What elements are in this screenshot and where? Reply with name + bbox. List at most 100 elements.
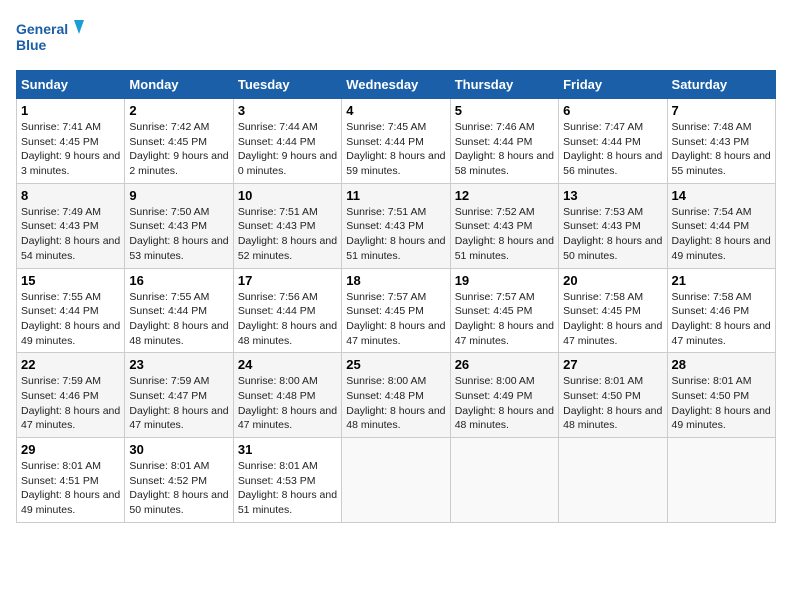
page-header: General Blue (16, 16, 776, 58)
day-number: 21 (672, 273, 771, 288)
day-info: Sunrise: 8:00 AMSunset: 4:48 PMDaylight:… (346, 375, 445, 431)
calendar-cell: 31 Sunrise: 8:01 AMSunset: 4:53 PMDaylig… (233, 438, 341, 523)
day-number: 24 (238, 357, 337, 372)
calendar-cell: 26 Sunrise: 8:00 AMSunset: 4:49 PMDaylig… (450, 353, 558, 438)
day-info: Sunrise: 7:51 AMSunset: 4:43 PMDaylight:… (346, 206, 445, 262)
day-number: 7 (672, 103, 771, 118)
day-info: Sunrise: 7:51 AMSunset: 4:43 PMDaylight:… (238, 206, 337, 262)
day-info: Sunrise: 7:59 AMSunset: 4:46 PMDaylight:… (21, 375, 120, 431)
day-info: Sunrise: 8:01 AMSunset: 4:51 PMDaylight:… (21, 460, 120, 516)
day-number: 31 (238, 442, 337, 457)
day-number: 2 (129, 103, 228, 118)
calendar-cell (667, 438, 775, 523)
calendar-week-4: 22 Sunrise: 7:59 AMSunset: 4:46 PMDaylig… (17, 353, 776, 438)
calendar-cell: 23 Sunrise: 7:59 AMSunset: 4:47 PMDaylig… (125, 353, 233, 438)
day-info: Sunrise: 7:57 AMSunset: 4:45 PMDaylight:… (346, 291, 445, 347)
calendar-cell: 7 Sunrise: 7:48 AMSunset: 4:43 PMDayligh… (667, 99, 775, 184)
calendar-cell: 3 Sunrise: 7:44 AMSunset: 4:44 PMDayligh… (233, 99, 341, 184)
day-number: 28 (672, 357, 771, 372)
calendar-cell: 22 Sunrise: 7:59 AMSunset: 4:46 PMDaylig… (17, 353, 125, 438)
calendar-cell: 8 Sunrise: 7:49 AMSunset: 4:43 PMDayligh… (17, 183, 125, 268)
day-number: 25 (346, 357, 445, 372)
calendar-cell: 27 Sunrise: 8:01 AMSunset: 4:50 PMDaylig… (559, 353, 667, 438)
calendar-cell: 13 Sunrise: 7:53 AMSunset: 4:43 PMDaylig… (559, 183, 667, 268)
day-info: Sunrise: 8:01 AMSunset: 4:50 PMDaylight:… (563, 375, 662, 431)
calendar-cell: 9 Sunrise: 7:50 AMSunset: 4:43 PMDayligh… (125, 183, 233, 268)
weekday-header-friday: Friday (559, 71, 667, 99)
day-info: Sunrise: 7:45 AMSunset: 4:44 PMDaylight:… (346, 121, 445, 177)
calendar-cell: 16 Sunrise: 7:55 AMSunset: 4:44 PMDaylig… (125, 268, 233, 353)
weekday-header-saturday: Saturday (667, 71, 775, 99)
day-number: 14 (672, 188, 771, 203)
day-number: 27 (563, 357, 662, 372)
calendar-week-5: 29 Sunrise: 8:01 AMSunset: 4:51 PMDaylig… (17, 438, 776, 523)
day-number: 6 (563, 103, 662, 118)
day-info: Sunrise: 7:44 AMSunset: 4:44 PMDaylight:… (238, 121, 337, 177)
calendar-cell: 20 Sunrise: 7:58 AMSunset: 4:45 PMDaylig… (559, 268, 667, 353)
weekday-header-tuesday: Tuesday (233, 71, 341, 99)
calendar-cell: 19 Sunrise: 7:57 AMSunset: 4:45 PMDaylig… (450, 268, 558, 353)
day-info: Sunrise: 7:48 AMSunset: 4:43 PMDaylight:… (672, 121, 771, 177)
calendar-week-1: 1 Sunrise: 7:41 AMSunset: 4:45 PMDayligh… (17, 99, 776, 184)
calendar-cell: 1 Sunrise: 7:41 AMSunset: 4:45 PMDayligh… (17, 99, 125, 184)
calendar-cell: 28 Sunrise: 8:01 AMSunset: 4:50 PMDaylig… (667, 353, 775, 438)
calendar-cell: 5 Sunrise: 7:46 AMSunset: 4:44 PMDayligh… (450, 99, 558, 184)
day-number: 30 (129, 442, 228, 457)
day-number: 10 (238, 188, 337, 203)
weekday-header-monday: Monday (125, 71, 233, 99)
calendar-cell: 25 Sunrise: 8:00 AMSunset: 4:48 PMDaylig… (342, 353, 450, 438)
logo-svg: General Blue (16, 16, 86, 58)
day-info: Sunrise: 8:01 AMSunset: 4:50 PMDaylight:… (672, 375, 771, 431)
calendar-cell: 30 Sunrise: 8:01 AMSunset: 4:52 PMDaylig… (125, 438, 233, 523)
day-number: 26 (455, 357, 554, 372)
calendar-week-2: 8 Sunrise: 7:49 AMSunset: 4:43 PMDayligh… (17, 183, 776, 268)
day-number: 17 (238, 273, 337, 288)
svg-text:Blue: Blue (16, 37, 47, 53)
day-info: Sunrise: 8:00 AMSunset: 4:48 PMDaylight:… (238, 375, 337, 431)
calendar-cell: 11 Sunrise: 7:51 AMSunset: 4:43 PMDaylig… (342, 183, 450, 268)
calendar-cell: 18 Sunrise: 7:57 AMSunset: 4:45 PMDaylig… (342, 268, 450, 353)
calendar-cell: 24 Sunrise: 8:00 AMSunset: 4:48 PMDaylig… (233, 353, 341, 438)
day-number: 16 (129, 273, 228, 288)
day-number: 1 (21, 103, 120, 118)
day-info: Sunrise: 7:54 AMSunset: 4:44 PMDaylight:… (672, 206, 771, 262)
calendar-cell: 17 Sunrise: 7:56 AMSunset: 4:44 PMDaylig… (233, 268, 341, 353)
day-info: Sunrise: 7:49 AMSunset: 4:43 PMDaylight:… (21, 206, 120, 262)
day-number: 12 (455, 188, 554, 203)
svg-text:General: General (16, 21, 68, 37)
day-number: 11 (346, 188, 445, 203)
calendar-cell: 2 Sunrise: 7:42 AMSunset: 4:45 PMDayligh… (125, 99, 233, 184)
day-number: 15 (21, 273, 120, 288)
calendar-cell (450, 438, 558, 523)
day-info: Sunrise: 7:42 AMSunset: 4:45 PMDaylight:… (129, 121, 228, 177)
day-number: 13 (563, 188, 662, 203)
day-info: Sunrise: 7:53 AMSunset: 4:43 PMDaylight:… (563, 206, 662, 262)
day-number: 8 (21, 188, 120, 203)
calendar-cell (342, 438, 450, 523)
logo: General Blue (16, 16, 86, 58)
day-info: Sunrise: 8:01 AMSunset: 4:53 PMDaylight:… (238, 460, 337, 516)
calendar-week-3: 15 Sunrise: 7:55 AMSunset: 4:44 PMDaylig… (17, 268, 776, 353)
day-number: 22 (21, 357, 120, 372)
calendar-cell: 4 Sunrise: 7:45 AMSunset: 4:44 PMDayligh… (342, 99, 450, 184)
day-number: 18 (346, 273, 445, 288)
day-info: Sunrise: 7:46 AMSunset: 4:44 PMDaylight:… (455, 121, 554, 177)
calendar-cell: 15 Sunrise: 7:55 AMSunset: 4:44 PMDaylig… (17, 268, 125, 353)
day-info: Sunrise: 8:01 AMSunset: 4:52 PMDaylight:… (129, 460, 228, 516)
day-info: Sunrise: 7:59 AMSunset: 4:47 PMDaylight:… (129, 375, 228, 431)
calendar-cell: 21 Sunrise: 7:58 AMSunset: 4:46 PMDaylig… (667, 268, 775, 353)
calendar-cell: 12 Sunrise: 7:52 AMSunset: 4:43 PMDaylig… (450, 183, 558, 268)
day-number: 3 (238, 103, 337, 118)
day-number: 29 (21, 442, 120, 457)
day-number: 19 (455, 273, 554, 288)
day-info: Sunrise: 7:52 AMSunset: 4:43 PMDaylight:… (455, 206, 554, 262)
day-info: Sunrise: 7:57 AMSunset: 4:45 PMDaylight:… (455, 291, 554, 347)
day-info: Sunrise: 7:41 AMSunset: 4:45 PMDaylight:… (21, 121, 120, 177)
day-info: Sunrise: 7:55 AMSunset: 4:44 PMDaylight:… (21, 291, 120, 347)
day-number: 5 (455, 103, 554, 118)
day-info: Sunrise: 7:47 AMSunset: 4:44 PMDaylight:… (563, 121, 662, 177)
calendar-cell: 10 Sunrise: 7:51 AMSunset: 4:43 PMDaylig… (233, 183, 341, 268)
day-info: Sunrise: 8:00 AMSunset: 4:49 PMDaylight:… (455, 375, 554, 431)
day-info: Sunrise: 7:56 AMSunset: 4:44 PMDaylight:… (238, 291, 337, 347)
day-number: 23 (129, 357, 228, 372)
